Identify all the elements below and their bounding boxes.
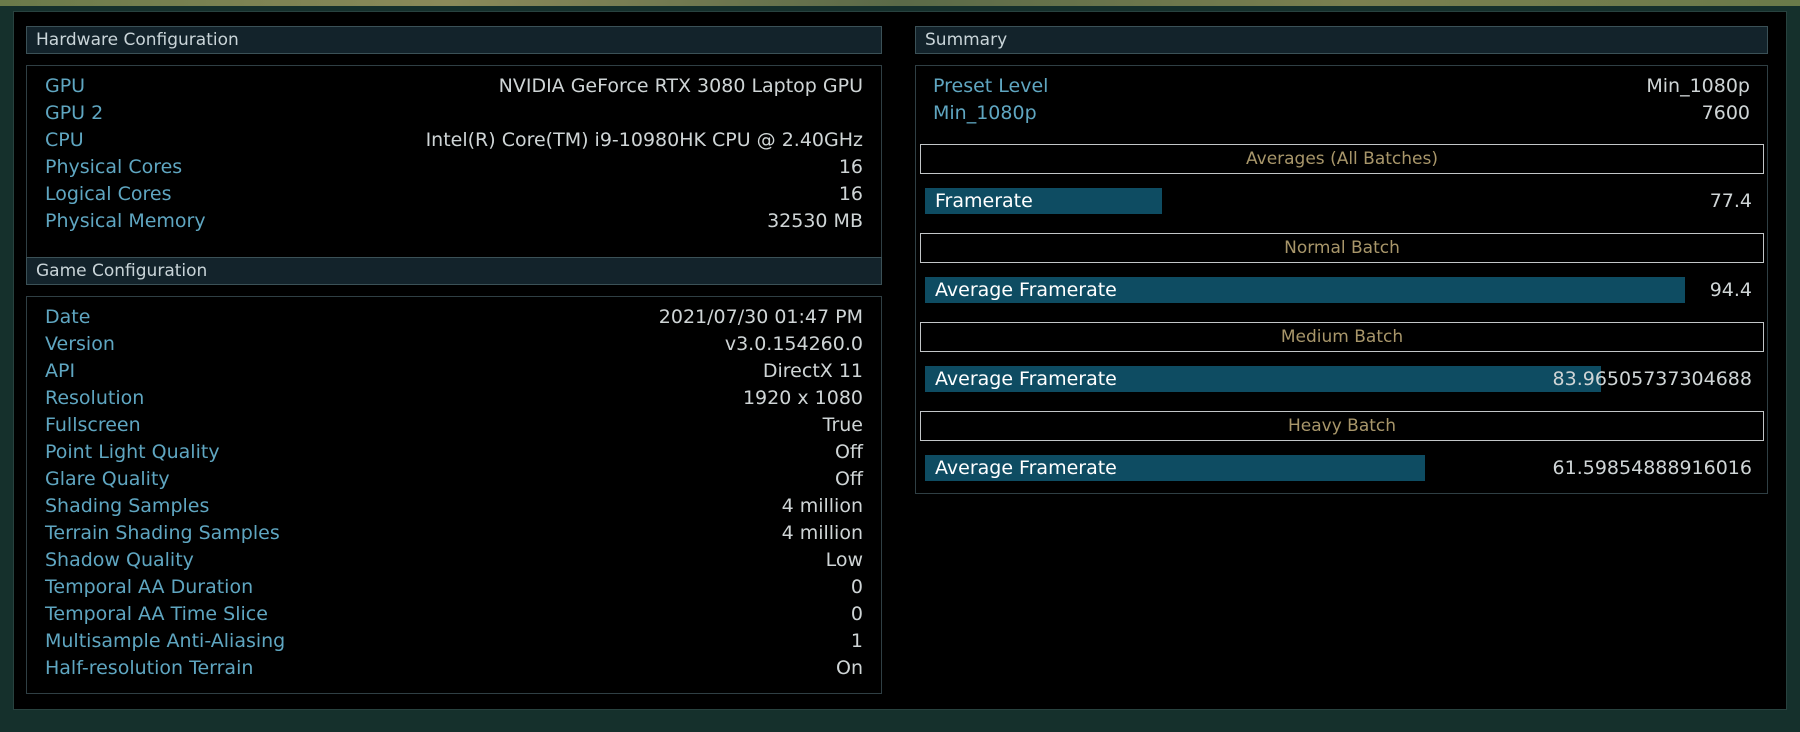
normal-batch-value: 94.4 xyxy=(1709,279,1752,301)
medium-batch-header: Medium Batch xyxy=(920,322,1764,352)
summary-panel: Preset Level Min_1080p Min_1080p 7600 Av… xyxy=(915,65,1768,494)
hardware-row-physical-cores: Physical Cores 16 xyxy=(45,154,863,181)
preset-level-value: Min_1080p xyxy=(1646,75,1750,97)
row-value: 1920 x 1080 xyxy=(742,387,863,409)
medium-batch-label: Average Framerate xyxy=(935,368,1117,390)
row-key: Shadow Quality xyxy=(45,549,194,571)
game-row-msaa: Multisample Anti-Aliasing 1 xyxy=(45,628,863,655)
row-value: Off xyxy=(834,441,863,463)
game-config-title: Game Configuration xyxy=(36,261,208,281)
hardware-row-gpu2: GPU 2 xyxy=(45,100,863,127)
row-key: GPU 2 xyxy=(45,102,104,124)
normal-batch-header: Normal Batch xyxy=(920,233,1764,263)
normal-batch-label: Average Framerate xyxy=(935,279,1117,301)
game-row-fullscreen: Fullscreen True xyxy=(45,412,863,439)
heavy-batch-value: 61.59854888916016 xyxy=(1552,457,1752,479)
row-value: Off xyxy=(834,468,863,490)
summary-score-row: Min_1080p 7600 xyxy=(933,100,1750,127)
row-key: GPU xyxy=(45,75,86,97)
background-strip xyxy=(0,0,1800,6)
row-key: CPU xyxy=(45,129,84,151)
medium-batch-row: Average Framerate 83.96505737304688 xyxy=(925,366,1752,392)
row-key: Shading Samples xyxy=(45,495,210,517)
hardware-config-panel: GPU NVIDIA GeForce RTX 3080 Laptop GPU G… xyxy=(26,65,882,258)
row-key: Physical Memory xyxy=(45,210,206,232)
row-value: 32530 MB xyxy=(767,210,863,232)
summary-preset-row: Preset Level Min_1080p xyxy=(933,73,1750,100)
hardware-row-cpu: CPU Intel(R) Core(TM) i9-10980HK CPU @ 2… xyxy=(45,127,863,154)
game-row-shading-samples: Shading Samples 4 million xyxy=(45,493,863,520)
row-key: Terrain Shading Samples xyxy=(45,522,280,544)
row-key: Resolution xyxy=(45,387,145,409)
framerate-label: Framerate xyxy=(935,190,1033,212)
heavy-batch-label: Average Framerate xyxy=(935,457,1117,479)
game-row-shadow-quality: Shadow Quality Low xyxy=(45,547,863,574)
game-row-point-light-quality: Point Light Quality Off xyxy=(45,439,863,466)
game-row-temporal-aa-time-slice: Temporal AA Time Slice 0 xyxy=(45,601,863,628)
normal-batch-row: Average Framerate 94.4 xyxy=(925,277,1752,303)
game-row-glare-quality: Glare Quality Off xyxy=(45,466,863,493)
row-key: Temporal AA Duration xyxy=(45,576,254,598)
game-row-version: Version v3.0.154260.0 xyxy=(45,331,863,358)
row-value: DirectX 11 xyxy=(762,360,863,382)
row-key: Physical Cores xyxy=(45,156,183,178)
heavy-batch-row: Average Framerate 61.59854888916016 xyxy=(925,455,1752,481)
row-key: Half-resolution Terrain xyxy=(45,657,254,679)
row-value: Intel(R) Core(TM) i9-10980HK CPU @ 2.40G… xyxy=(425,129,863,151)
score-value: 7600 xyxy=(1701,102,1750,124)
row-value: 4 million xyxy=(781,522,863,544)
medium-batch-value: 83.96505737304688 xyxy=(1552,368,1752,390)
heavy-batch-title: Heavy Batch xyxy=(1287,416,1397,436)
game-row-terrain-shading-samples: Terrain Shading Samples 4 million xyxy=(45,520,863,547)
row-key: Temporal AA Time Slice xyxy=(45,603,268,625)
game-row-temporal-aa-duration: Temporal AA Duration 0 xyxy=(45,574,863,601)
game-config-panel: Date 2021/07/30 01:47 PM Version v3.0.15… xyxy=(26,296,882,694)
row-value: On xyxy=(836,657,863,679)
row-value: 16 xyxy=(838,183,863,205)
averages-framerate-row: Framerate 77.4 xyxy=(925,188,1752,214)
medium-batch-title: Medium Batch xyxy=(1280,327,1404,347)
game-row-date: Date 2021/07/30 01:47 PM xyxy=(45,304,863,331)
row-key: API xyxy=(45,360,76,382)
hardware-row-gpu: GPU NVIDIA GeForce RTX 3080 Laptop GPU xyxy=(45,73,863,100)
row-key: Version xyxy=(45,333,115,355)
row-value: NVIDIA GeForce RTX 3080 Laptop GPU xyxy=(498,75,863,97)
row-key: Glare Quality xyxy=(45,468,170,490)
row-value: 0 xyxy=(850,603,863,625)
row-value: 16 xyxy=(838,156,863,178)
game-row-api: API DirectX 11 xyxy=(45,358,863,385)
heavy-batch-header: Heavy Batch xyxy=(920,411,1764,441)
row-key: Date xyxy=(45,306,91,328)
averages-title: Averages (All Batches) xyxy=(1246,149,1438,169)
summary-title: Summary xyxy=(925,30,1008,50)
summary-header: Summary xyxy=(915,26,1768,54)
row-value: True xyxy=(822,414,863,436)
row-key: Point Light Quality xyxy=(45,441,220,463)
row-key: Multisample Anti-Aliasing xyxy=(45,630,286,652)
benchmark-results-window: Hardware Configuration GPU NVIDIA GeForc… xyxy=(13,11,1787,710)
hardware-config-header: Hardware Configuration xyxy=(26,26,882,54)
hardware-row-physical-memory: Physical Memory 32530 MB xyxy=(45,208,863,235)
row-value: v3.0.154260.0 xyxy=(724,333,863,355)
framerate-value: 77.4 xyxy=(1709,190,1752,212)
row-value: Low xyxy=(825,549,863,571)
row-key: Fullscreen xyxy=(45,414,141,436)
score-label: Min_1080p xyxy=(933,102,1037,124)
hardware-config-title: Hardware Configuration xyxy=(36,30,239,50)
game-config-header: Game Configuration xyxy=(26,257,882,285)
averages-header: Averages (All Batches) xyxy=(920,144,1764,174)
row-key: Logical Cores xyxy=(45,183,172,205)
normal-batch-title: Normal Batch xyxy=(1284,238,1400,258)
game-row-resolution: Resolution 1920 x 1080 xyxy=(45,385,863,412)
preset-level-label: Preset Level xyxy=(933,75,1049,97)
row-value: 2021/07/30 01:47 PM xyxy=(658,306,863,328)
row-value: 4 million xyxy=(781,495,863,517)
hardware-row-logical-cores: Logical Cores 16 xyxy=(45,181,863,208)
row-value: 0 xyxy=(850,576,863,598)
row-value: 1 xyxy=(850,630,863,652)
game-row-half-resolution-terrain: Half-resolution Terrain On xyxy=(45,655,863,682)
